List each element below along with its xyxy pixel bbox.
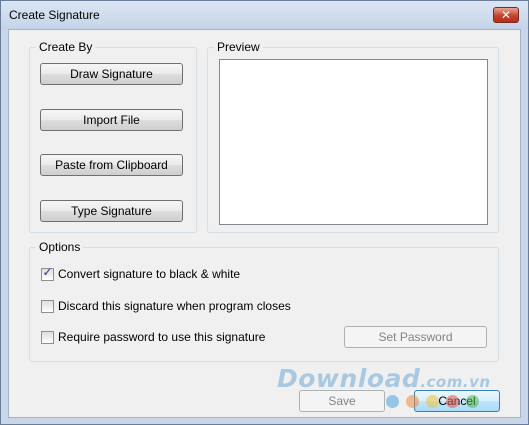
close-icon: ✕ — [500, 8, 512, 22]
dot-blue — [386, 395, 399, 408]
discard-checkbox[interactable] — [41, 300, 54, 313]
options-label: Options — [36, 240, 84, 254]
dot-green — [466, 395, 479, 408]
paste-from-clipboard-button[interactable]: Paste from Clipboard — [40, 154, 183, 176]
dot-yellow — [426, 395, 439, 408]
watermark-text: Download — [277, 364, 421, 393]
dot-orange — [406, 395, 419, 408]
create-by-label: Create By — [36, 40, 96, 54]
draw-signature-button[interactable]: Draw Signature — [40, 63, 183, 85]
set-password-button[interactable]: Set Password — [344, 326, 487, 348]
watermark-suffix: .com.vn — [420, 373, 491, 391]
save-button[interactable]: Save — [299, 390, 385, 412]
window-title: Create Signature — [9, 8, 100, 22]
title-bar[interactable]: Create Signature ✕ — [1, 1, 528, 29]
create-by-group: Create By Draw Signature Import File Pas… — [29, 40, 197, 233]
convert-bw-checkbox[interactable]: ✓ — [41, 265, 54, 281]
preview-label: Preview — [214, 40, 263, 54]
checkmark-icon: ✓ — [42, 265, 53, 279]
preview-group: Preview — [207, 40, 499, 233]
type-signature-button[interactable]: Type Signature — [40, 200, 183, 222]
create-signature-dialog: Create Signature ✕ Create By Draw Signat… — [0, 0, 529, 425]
dialog-body: Create By Draw Signature Import File Pas… — [8, 29, 521, 418]
dot-red — [446, 395, 459, 408]
signature-preview-area — [219, 59, 488, 225]
import-file-button[interactable]: Import File — [40, 109, 183, 131]
require-password-checkbox[interactable] — [41, 331, 54, 344]
require-password-label: Require password to use this signature — [58, 330, 266, 344]
convert-bw-label: Convert signature to black & white — [58, 267, 241, 281]
options-group: Options ✓ Convert signature to black & w… — [29, 240, 499, 362]
download-watermark: Download.com.vn — [277, 364, 491, 393]
discard-label: Discard this signature when program clos… — [58, 299, 291, 313]
close-button[interactable]: ✕ — [493, 7, 519, 23]
